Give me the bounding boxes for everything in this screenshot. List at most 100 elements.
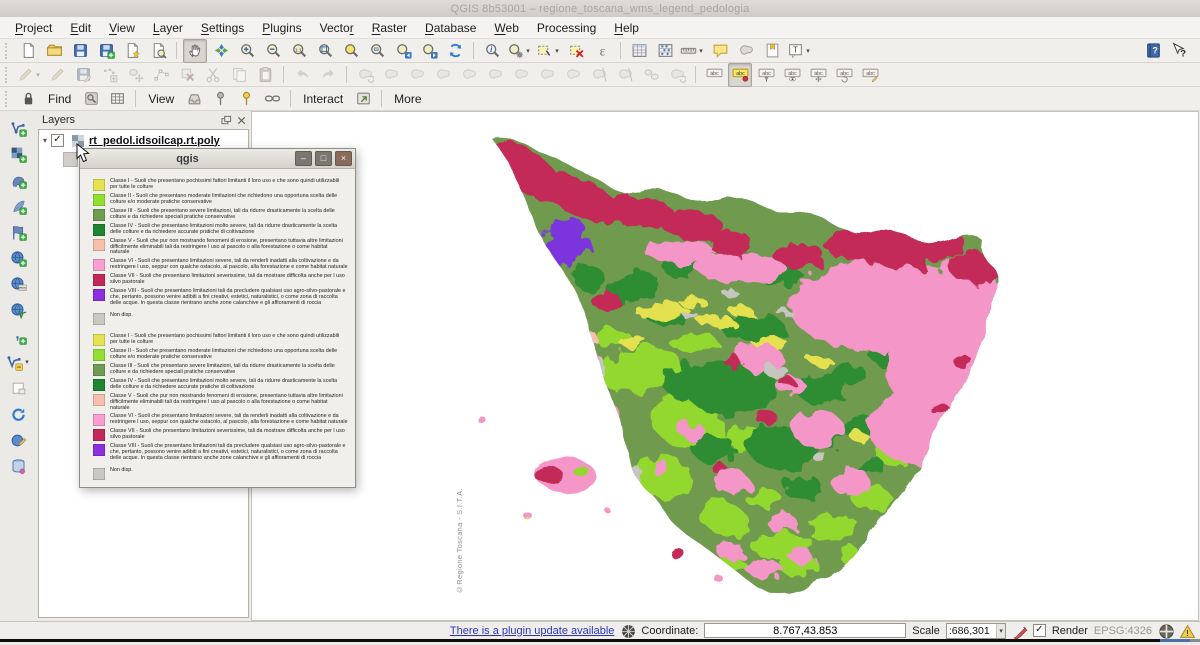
panel-float-icon[interactable] bbox=[220, 114, 232, 126]
add-raster-layer-button[interactable] bbox=[7, 142, 31, 166]
qgis-legend-dialog[interactable]: qgis – □ × Classe I - Suoli che presenta… bbox=[79, 148, 356, 488]
toolbar-grip[interactable] bbox=[5, 43, 11, 59]
zoom-full-button[interactable] bbox=[313, 39, 337, 63]
save-project-button[interactable] bbox=[68, 39, 92, 63]
dialog-titlebar[interactable]: qgis – □ × bbox=[80, 149, 355, 169]
layer-labeling-options-button[interactable]: abc bbox=[702, 63, 726, 87]
reshape-features-button[interactable] bbox=[535, 63, 559, 87]
pan-map-button[interactable] bbox=[183, 39, 207, 63]
view-pin-active-button[interactable] bbox=[234, 87, 258, 111]
render-checkbox[interactable]: ✓ bbox=[1033, 624, 1046, 637]
menu-edit[interactable]: Edit bbox=[61, 18, 100, 38]
show-bookmarks-button[interactable] bbox=[760, 39, 784, 63]
edit-wms-tool-button[interactable] bbox=[7, 428, 31, 452]
view-extent-button[interactable] bbox=[182, 87, 206, 111]
run-feature-action-button[interactable]: ▾ bbox=[506, 39, 533, 63]
toolbar-grip[interactable] bbox=[5, 91, 11, 107]
new-shapefile-layer-button[interactable]: ▾ bbox=[5, 350, 32, 374]
menu-processing[interactable]: Processing bbox=[528, 18, 605, 38]
add-part-button[interactable] bbox=[431, 63, 455, 87]
add-delimited-text-layer-button[interactable]: , bbox=[7, 324, 31, 348]
lock-toolbar-button[interactable] bbox=[16, 87, 40, 111]
rotate-point-symbols-button[interactable] bbox=[665, 63, 689, 87]
dialog-minimize-button[interactable]: – bbox=[295, 151, 312, 166]
add-wms-layer-button[interactable] bbox=[7, 246, 31, 270]
help-contents-button[interactable]: ? bbox=[1141, 39, 1165, 63]
node-tool-button[interactable] bbox=[149, 63, 173, 87]
layer-visibility-checkbox[interactable]: ✓ bbox=[51, 134, 64, 147]
fill-ring-button[interactable] bbox=[457, 63, 481, 87]
brush-icon[interactable] bbox=[1012, 623, 1027, 638]
redo-button[interactable] bbox=[316, 63, 340, 87]
zoom-last-button[interactable] bbox=[391, 39, 415, 63]
window-titlebar[interactable]: QGIS 8b53001 – regione_toscana_wms_legen… bbox=[0, 0, 1200, 17]
undo-button[interactable] bbox=[290, 63, 314, 87]
statistical-summary-button[interactable] bbox=[653, 39, 677, 63]
zoom-out-button[interactable] bbox=[261, 39, 285, 63]
paste-features-button[interactable] bbox=[253, 63, 277, 87]
plugin-update-link[interactable]: There is a plugin update available bbox=[450, 625, 615, 637]
interact-tool-button[interactable] bbox=[351, 87, 375, 111]
menu-plugins[interactable]: Plugins bbox=[253, 18, 310, 38]
open-attribute-table-button[interactable] bbox=[627, 39, 651, 63]
save-project-as-button[interactable] bbox=[94, 39, 118, 63]
add-mssql-layer-button[interactable] bbox=[7, 220, 31, 244]
chevron-down-icon[interactable]: ▾ bbox=[23, 358, 31, 366]
plugin-icon[interactable] bbox=[620, 623, 635, 638]
current-edits-button[interactable]: ▾ bbox=[16, 63, 43, 87]
add-ring-button[interactable] bbox=[405, 63, 429, 87]
zoom-native-button[interactable]: 1:1 bbox=[287, 39, 311, 63]
text-annotation-button[interactable]: T▾ bbox=[786, 39, 813, 63]
messages-warning-icon[interactable]: ! bbox=[1179, 623, 1194, 638]
highlight-labels-button[interactable]: abc bbox=[780, 63, 804, 87]
panel-close-icon[interactable] bbox=[235, 114, 247, 126]
zoom-to-layer-button[interactable] bbox=[365, 39, 389, 63]
add-feature-button[interactable] bbox=[97, 63, 121, 87]
new-bookmark-button[interactable] bbox=[734, 39, 758, 63]
open-project-button[interactable] bbox=[42, 39, 66, 63]
chevron-down-icon[interactable]: ▾ bbox=[697, 47, 705, 55]
map-tips-button[interactable] bbox=[708, 39, 732, 63]
select-by-expression-button[interactable]: ε bbox=[590, 39, 614, 63]
view-link-button[interactable] bbox=[260, 87, 284, 111]
map-canvas[interactable]: ©Regione Toscana - S.I.T.A. bbox=[251, 111, 1199, 621]
split-parts-button[interactable] bbox=[613, 63, 637, 87]
find-search-button[interactable] bbox=[79, 87, 103, 111]
add-spatialite-layer-button[interactable] bbox=[7, 194, 31, 218]
find-table-button[interactable] bbox=[105, 87, 129, 111]
add-wcs-layer-button[interactable] bbox=[7, 272, 31, 296]
view-pin-button[interactable] bbox=[208, 87, 232, 111]
menu-settings[interactable]: Settings bbox=[192, 18, 253, 38]
database-manager-button[interactable] bbox=[7, 454, 31, 478]
measure-button[interactable]: ▾ bbox=[679, 39, 706, 63]
menu-raster[interactable]: Raster bbox=[363, 18, 416, 38]
change-label-button[interactable]: abc bbox=[858, 63, 882, 87]
delete-part-button[interactable] bbox=[509, 63, 533, 87]
menu-vector[interactable]: Vector bbox=[311, 18, 363, 38]
chevron-down-icon[interactable]: ▾ bbox=[553, 47, 561, 55]
simplify-feature-button[interactable] bbox=[379, 63, 403, 87]
delete-selected-button[interactable] bbox=[175, 63, 199, 87]
add-postgis-layer-button[interactable] bbox=[7, 168, 31, 192]
zoom-to-selection-button[interactable] bbox=[339, 39, 363, 63]
toolbar-grip[interactable] bbox=[5, 67, 11, 83]
save-layer-edits-button[interactable] bbox=[71, 63, 95, 87]
menu-web[interactable]: Web bbox=[485, 18, 527, 38]
dialog-maximize-button[interactable]: □ bbox=[315, 151, 332, 166]
new-project-button[interactable] bbox=[16, 39, 40, 63]
chevron-down-icon[interactable]: ▾ bbox=[524, 47, 532, 55]
identify-features-button[interactable]: i bbox=[480, 39, 504, 63]
layer-name[interactable]: rt_pedol.idsoilcap.rt.poly bbox=[89, 135, 220, 147]
pin-labels-button[interactable]: abc bbox=[754, 63, 778, 87]
offset-curve-button[interactable] bbox=[561, 63, 585, 87]
layer-tree-item[interactable]: ▾ ✓ rt_pedol.idsoilcap.rt.poly bbox=[39, 132, 248, 149]
whats-this-button[interactable]: ? bbox=[1167, 39, 1191, 63]
menu-database[interactable]: Database bbox=[416, 18, 485, 38]
copy-features-button[interactable] bbox=[227, 63, 251, 87]
dialog-close-button[interactable]: × bbox=[335, 151, 352, 166]
add-vector-layer-button[interactable] bbox=[7, 116, 31, 140]
new-print-composer-button[interactable] bbox=[120, 39, 144, 63]
select-features-button[interactable]: ▾ bbox=[535, 39, 562, 63]
delete-ring-button[interactable] bbox=[483, 63, 507, 87]
map-refresh-button[interactable] bbox=[443, 39, 467, 63]
